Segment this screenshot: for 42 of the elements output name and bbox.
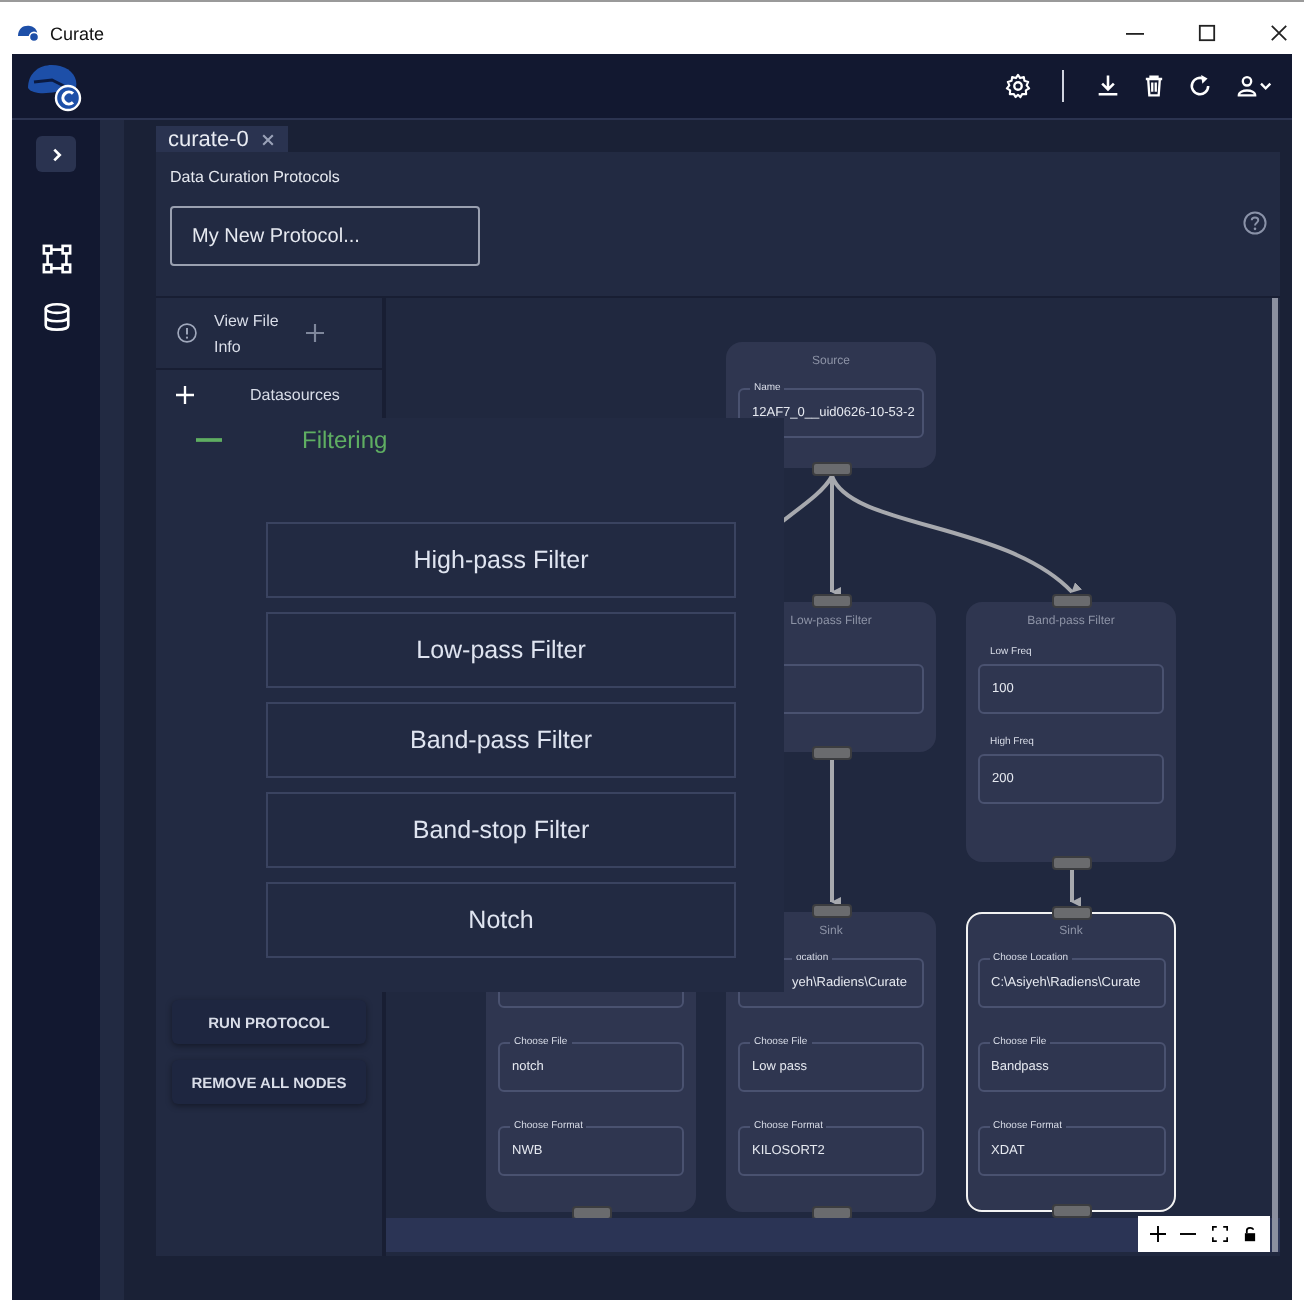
node-type-button[interactable]: High-pass Filter [266, 522, 736, 598]
scrollbar[interactable] [1272, 298, 1278, 1252]
help-icon[interactable] [1242, 210, 1268, 236]
node-type-button[interactable]: Notch [266, 882, 736, 958]
connector-handle[interactable] [1051, 906, 1091, 920]
category-label: Filtering [302, 426, 388, 454]
download-icon[interactable] [1094, 72, 1122, 100]
expand-button[interactable] [36, 136, 76, 172]
window-title: Curate [50, 23, 105, 43]
info-icon [176, 322, 198, 344]
menu-label: View File Info [214, 309, 281, 359]
menu-row[interactable]: View File Info [156, 298, 382, 370]
connector-handle[interactable] [811, 746, 851, 760]
protocol-name-field[interactable]: My New Protocol... [170, 206, 480, 266]
fit-view-icon[interactable] [1211, 1226, 1228, 1242]
lock-icon[interactable] [1242, 1226, 1259, 1242]
maximize-icon[interactable] [1198, 24, 1216, 42]
tab[interactable]: curate-0 [156, 126, 289, 152]
node-type-button[interactable]: Low-pass Filter [266, 612, 736, 688]
minus-icon[interactable] [196, 436, 222, 444]
edge-arrow [1070, 870, 1081, 907]
node-type-button[interactable]: Band-stop Filter [266, 792, 736, 868]
chevron-icon[interactable] [47, 145, 65, 163]
connector-handle[interactable] [1051, 594, 1091, 608]
connector-handle[interactable] [811, 594, 851, 608]
connector-handle[interactable] [811, 904, 851, 918]
panel-title: Data Curation Protocols [170, 168, 342, 186]
refresh-icon[interactable] [1186, 72, 1214, 100]
node-type-button[interactable]: Band-pass Filter [266, 702, 736, 778]
trash-icon[interactable] [1140, 72, 1168, 100]
database-icon[interactable] [41, 302, 71, 332]
app-icon [16, 24, 40, 42]
user-menu-icon[interactable] [1232, 72, 1276, 100]
menu-label: Datasources [248, 386, 340, 404]
settings-icon[interactable] [1004, 72, 1032, 100]
connector-handle[interactable] [811, 462, 851, 476]
graph-icon[interactable] [41, 244, 71, 274]
zoom-in-icon[interactable] [1149, 1226, 1166, 1242]
connector-handle[interactable] [1051, 856, 1091, 870]
close-icon[interactable] [1270, 24, 1288, 42]
connector-handle[interactable] [1051, 1204, 1091, 1218]
logo-icon [24, 60, 84, 112]
